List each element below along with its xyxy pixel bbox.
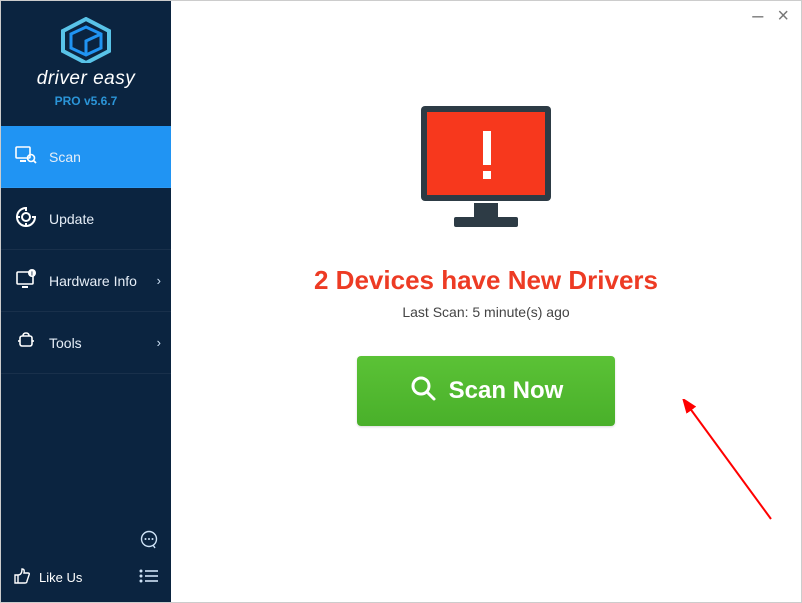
chevron-right-icon: › (157, 273, 161, 288)
annotation-arrow (681, 399, 791, 529)
sidebar-item-label: Update (49, 211, 94, 227)
sidebar-item-update[interactable]: Update (1, 188, 171, 250)
status-title: 2 Devices have New Drivers (314, 265, 658, 296)
feedback-icon[interactable] (139, 530, 159, 555)
sidebar-nav: Scan Update (1, 126, 171, 374)
brand-name: driver easy (11, 68, 161, 90)
search-icon (409, 374, 437, 409)
like-us-label: Like Us (39, 570, 82, 585)
last-scan-text: Last Scan: 5 minute(s) ago (402, 304, 569, 320)
sidebar-item-scan[interactable]: Scan (1, 126, 171, 188)
scan-icon (15, 146, 37, 167)
sidebar-item-tools[interactable]: Tools › (1, 312, 171, 374)
hardware-info-icon: i (15, 269, 37, 292)
brand-area: driver easy PRO v5.6.7 (1, 1, 171, 118)
sidebar: driver easy PRO v5.6.7 Scan (1, 1, 171, 602)
menu-icon[interactable] (139, 569, 159, 588)
sidebar-bottom: Like Us (1, 520, 171, 602)
chevron-right-icon: › (157, 335, 161, 350)
titlebar: – × (171, 1, 801, 31)
scan-now-button[interactable]: Scan Now (357, 356, 615, 426)
brand-logo-icon (59, 50, 113, 67)
main-content: – × 2 Devices have New Drivers Last Scan… (171, 1, 801, 602)
thumbs-up-icon (13, 567, 31, 588)
sidebar-item-label: Hardware Info (49, 273, 137, 289)
app-window: driver easy PRO v5.6.7 Scan (0, 0, 802, 603)
sidebar-item-hardware-info[interactable]: i Hardware Info › (1, 250, 171, 312)
status-monitor-icon (411, 101, 561, 241)
minimize-button[interactable]: – (752, 11, 763, 21)
sidebar-item-label: Tools (49, 335, 82, 351)
like-us-button[interactable]: Like Us (13, 567, 82, 588)
scan-now-label: Scan Now (449, 377, 564, 405)
close-button[interactable]: × (777, 5, 789, 28)
tools-icon (15, 331, 37, 354)
brand-version: PRO v5.6.7 (11, 94, 161, 108)
update-icon (15, 206, 37, 231)
sidebar-item-label: Scan (49, 149, 81, 165)
